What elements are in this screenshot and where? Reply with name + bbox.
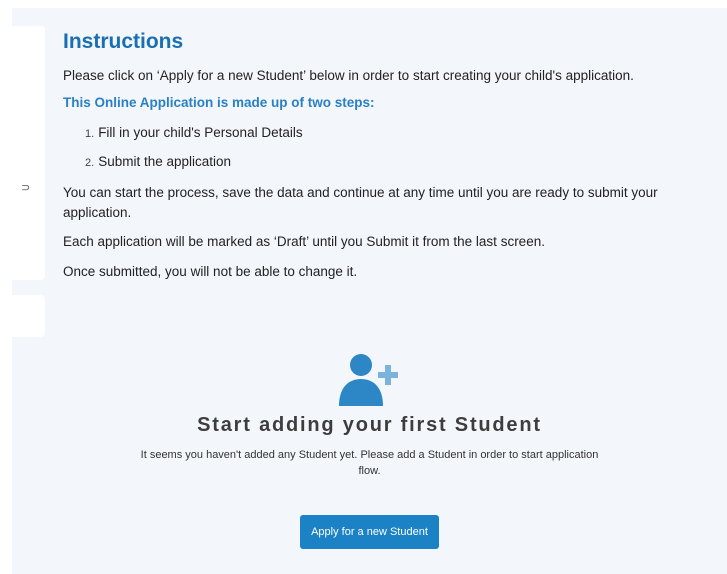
apply-new-student-button[interactable]: Apply for a new Student (300, 515, 439, 549)
draft-paragraph: Each application will be marked as ‘Draf… (63, 234, 545, 249)
steps-heading: This Online Application is made up of tw… (63, 95, 375, 110)
step-label: Submit the application (98, 154, 232, 169)
instructions-title: Instructions (63, 30, 184, 53)
sidebar-toggle-icon[interactable]: ⊃ (21, 181, 30, 194)
process-paragraph: You can start the process, save the data… (63, 185, 658, 220)
step-number: 1. (85, 128, 95, 140)
submitted-paragraph: Once submitted, you will not be able to … (63, 264, 358, 279)
empty-state-text: It seems you haven't added any Student y… (140, 449, 599, 477)
side-card (12, 26, 45, 280)
step-item: 1. Fill in your child's Personal Details (85, 125, 303, 140)
add-user-icon (338, 354, 398, 406)
step-number: 2. (85, 157, 95, 169)
empty-state-title: Start adding your first Student (197, 414, 542, 436)
side-card (12, 295, 45, 337)
step-label: Fill in your child's Personal Details (98, 125, 303, 140)
empty-state: Start adding your first Student It seems… (12, 350, 727, 549)
step-item: 2. Submit the application (85, 154, 231, 169)
instructions-intro: Please click on ‘Apply for a new Student… (63, 68, 634, 83)
